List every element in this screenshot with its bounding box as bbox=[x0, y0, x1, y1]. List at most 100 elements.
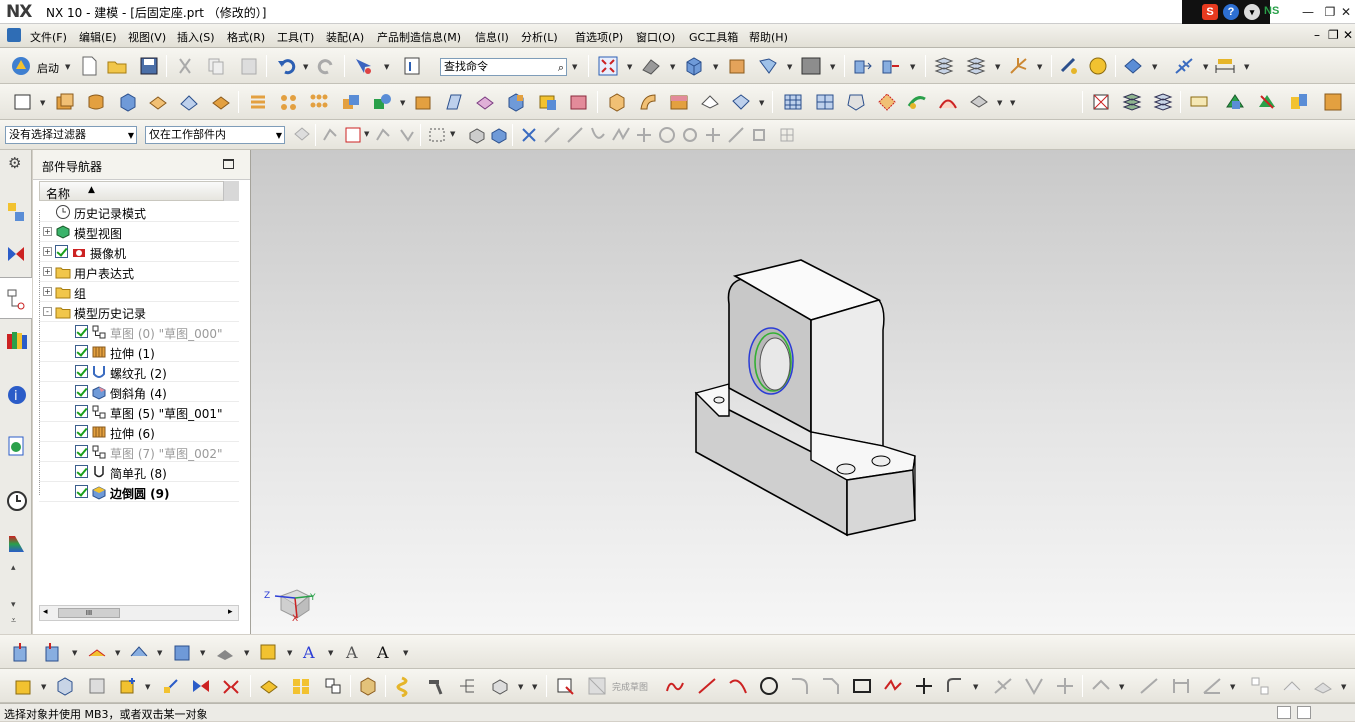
doc-restore-button[interactable]: ❐ bbox=[1328, 28, 1339, 42]
part-list-dropdown-icon[interactable]: ▼ bbox=[518, 683, 523, 691]
menu-help[interactable]: 帮助(H) bbox=[749, 29, 788, 45]
finish-sketch-icon[interactable] bbox=[586, 675, 608, 697]
fit-view-icon[interactable] bbox=[597, 55, 619, 77]
snap-intersection-icon[interactable] bbox=[610, 124, 632, 146]
unite-icon[interactable] bbox=[340, 91, 362, 113]
close-button[interactable]: ✕ bbox=[1336, 3, 1355, 21]
status-grid-icon[interactable] bbox=[1277, 706, 1291, 719]
surface-dropdown-icon[interactable]: ▼ bbox=[997, 99, 1002, 107]
menu-gc-toolbox[interactable]: GC工具箱 bbox=[689, 29, 738, 45]
offset-dropdown-icon[interactable]: ▼ bbox=[115, 649, 120, 657]
app-menu-icon[interactable] bbox=[7, 28, 21, 42]
snap-on-face-icon[interactable] bbox=[748, 124, 770, 146]
curve-rule-icon[interactable] bbox=[373, 124, 395, 146]
background-icon[interactable] bbox=[800, 55, 822, 77]
trim-icon[interactable] bbox=[171, 641, 193, 663]
move-to-layer-icon[interactable] bbox=[965, 55, 987, 77]
hscroll-thumb[interactable]: III bbox=[58, 608, 120, 618]
datum-csys-icon[interactable] bbox=[1288, 91, 1310, 113]
offset-face-icon[interactable] bbox=[247, 91, 269, 113]
synchronous-modeling-icon[interactable] bbox=[1090, 91, 1112, 113]
tree-row[interactable]: 草图 (7) "草图_002" bbox=[39, 442, 239, 462]
curve-dropdown-icon[interactable]: ▼ bbox=[1203, 63, 1208, 71]
tree-row[interactable]: + 摄像机 bbox=[39, 242, 239, 262]
trim-dropdown-icon[interactable]: ▼ bbox=[200, 649, 205, 657]
surface-grid-icon[interactable] bbox=[782, 91, 804, 113]
annotation-icon[interactable]: A bbox=[343, 641, 365, 663]
sweep-icon[interactable] bbox=[637, 91, 659, 113]
navigator-vscroll[interactable] bbox=[223, 181, 239, 201]
quick-trim-icon[interactable] bbox=[992, 675, 1014, 697]
reuse-component-icon[interactable] bbox=[357, 675, 379, 697]
menu-format[interactable]: 格式(R) bbox=[227, 29, 265, 45]
dropdown-icon[interactable]: ▾ bbox=[1244, 4, 1260, 20]
pattern-face-icon[interactable] bbox=[290, 675, 312, 697]
offset-curve-icon[interactable] bbox=[944, 675, 966, 697]
command-finder-icon[interactable] bbox=[402, 55, 424, 77]
ime-icon[interactable]: S bbox=[1202, 4, 1218, 20]
reuse-library-icon[interactable] bbox=[5, 328, 29, 352]
scroll-down-icon[interactable]: ▾ bbox=[11, 600, 16, 610]
snap-on-curve-icon[interactable] bbox=[725, 124, 747, 146]
snap-arc-center-icon[interactable] bbox=[656, 124, 678, 146]
draft-icon[interactable] bbox=[505, 91, 527, 113]
collapse-icon[interactable]: - bbox=[43, 307, 52, 316]
history-clock-icon[interactable] bbox=[6, 489, 28, 513]
menu-info[interactable]: 信息(I) bbox=[475, 29, 509, 45]
gear-icon[interactable]: ⚙ bbox=[8, 154, 21, 172]
constraint-navigator-icon[interactable] bbox=[5, 242, 27, 266]
line-icon[interactable] bbox=[696, 675, 718, 697]
section-dropdown-icon[interactable]: ▼ bbox=[787, 63, 792, 71]
analysis-icon[interactable] bbox=[1087, 55, 1109, 77]
start-label[interactable]: 启动 bbox=[37, 60, 59, 76]
tree-row[interactable]: 草图 (5) "草图_001" bbox=[39, 402, 239, 422]
measure-icon[interactable] bbox=[1058, 55, 1080, 77]
select-region-icon[interactable] bbox=[426, 124, 448, 146]
mirror-dropdown-icon[interactable]: ▼ bbox=[157, 649, 162, 657]
open-folder-icon[interactable] bbox=[106, 55, 128, 77]
layer-dropdown-icon[interactable]: ▼ bbox=[995, 63, 1000, 71]
visibility-checkbox[interactable] bbox=[75, 425, 88, 438]
snap-existing-point-icon[interactable] bbox=[702, 124, 724, 146]
text-size-dropdown-icon[interactable]: ▼ bbox=[403, 649, 408, 657]
wrench-icon[interactable] bbox=[425, 675, 447, 697]
search-icon[interactable]: ⌕ bbox=[558, 60, 564, 76]
offset-region-icon[interactable] bbox=[730, 91, 752, 113]
point-icon[interactable] bbox=[913, 675, 935, 697]
scroll-left-icon[interactable]: ◂ bbox=[43, 607, 48, 617]
through-curves-icon[interactable] bbox=[814, 91, 836, 113]
tree-row[interactable]: 边倒圆 (9) bbox=[39, 482, 239, 502]
thicken-icon[interactable] bbox=[606, 91, 628, 113]
relations-browser-icon[interactable] bbox=[1312, 675, 1334, 697]
chamfer-sketch-icon[interactable] bbox=[820, 675, 842, 697]
cone-icon[interactable] bbox=[178, 91, 200, 113]
visibility-checkbox[interactable] bbox=[55, 245, 68, 258]
select-body-icon[interactable] bbox=[466, 124, 488, 146]
cylinder-icon[interactable] bbox=[147, 91, 169, 113]
circle-icon[interactable] bbox=[758, 675, 780, 697]
fillet-icon[interactable] bbox=[789, 675, 811, 697]
command-search-input[interactable]: 查找命令 ⌕ bbox=[440, 58, 567, 76]
view-dropdown-icon[interactable]: ▼ bbox=[627, 63, 632, 71]
assembly-navigator-icon[interactable] bbox=[5, 200, 27, 224]
visibility-checkbox[interactable] bbox=[75, 365, 88, 378]
filter-settings-icon[interactable] bbox=[291, 124, 313, 146]
dimension-dropdown-icon-2[interactable]: ▼ bbox=[1230, 683, 1235, 691]
selection-dropdown-icon[interactable]: ▼ bbox=[384, 63, 389, 71]
wcs-icon[interactable] bbox=[1007, 55, 1029, 77]
chamfer-icon[interactable] bbox=[443, 91, 465, 113]
tree-row[interactable]: 草图 (0) "草图_000" bbox=[39, 322, 239, 342]
column-header-name[interactable]: 名称 ▲ bbox=[39, 181, 239, 201]
sketch-more-dropdown-icon[interactable]: ▼ bbox=[1341, 683, 1346, 691]
snap-curve-icon[interactable] bbox=[587, 124, 609, 146]
search-dropdown-icon[interactable]: ▼ bbox=[572, 63, 577, 71]
snap-grid-icon[interactable] bbox=[776, 124, 798, 146]
menu-file[interactable]: 文件(F) bbox=[30, 29, 67, 45]
n-sided-surface-icon[interactable] bbox=[845, 91, 867, 113]
make-symmetric-icon[interactable] bbox=[220, 675, 242, 697]
select-region-dropdown-icon[interactable]: ▼ bbox=[450, 130, 455, 138]
patch-icon[interactable] bbox=[699, 91, 721, 113]
web-browser-icon[interactable] bbox=[6, 434, 28, 458]
tree-row[interactable]: 螺纹孔 (2) bbox=[39, 362, 239, 382]
tree-row[interactable]: 倒斜角 (4) bbox=[39, 382, 239, 402]
